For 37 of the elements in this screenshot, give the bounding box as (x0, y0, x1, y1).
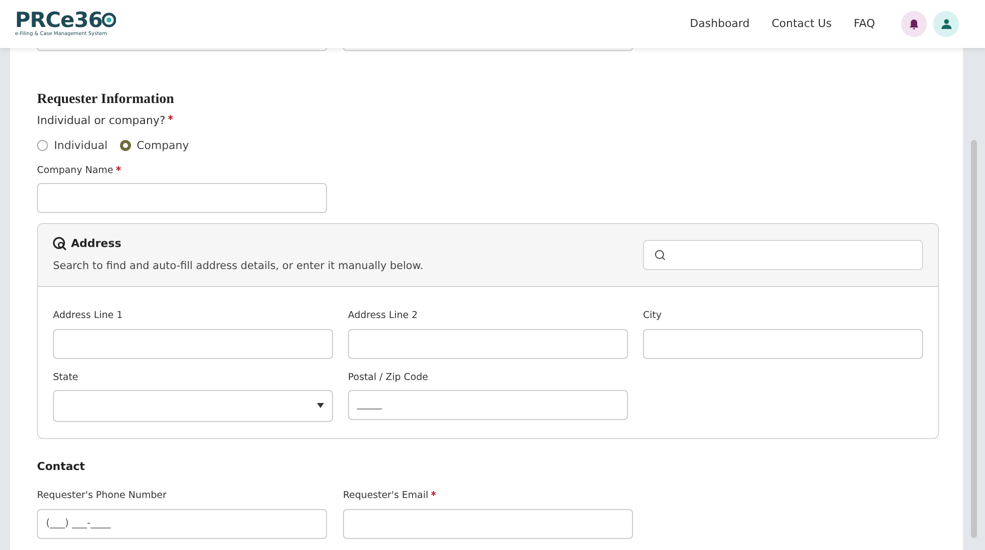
field-label: Individual or company? (37, 113, 166, 129)
scrollbar[interactable] (963, 48, 985, 550)
address-description: Search to find and auto-fill address details, or enter it manually below. (53, 258, 424, 274)
section-title: Contact (37, 458, 86, 475)
field-label: Requester's Email (343, 489, 428, 504)
nav-link[interactable]: FAQ (854, 16, 875, 32)
field-label: Requester's Phone Number (37, 489, 167, 504)
input-field[interactable]: _____ (348, 390, 628, 420)
address-title: Address (71, 236, 122, 252)
user-icon (940, 19, 952, 29)
field-label: Address Line 1 (53, 309, 123, 324)
search-icon (654, 249, 666, 262)
input-field[interactable] (53, 328, 333, 358)
field-label: Company Name (37, 164, 114, 178)
logo-icon (102, 12, 116, 28)
field-label: City (643, 309, 662, 324)
input-field[interactable] (348, 328, 628, 358)
radio-option[interactable]: Individual (37, 138, 108, 154)
logo-text: PRCe36 (15, 9, 102, 32)
bell-icon (909, 18, 919, 30)
caret-icon (317, 403, 324, 408)
input-field[interactable]: (___) ___-____ (37, 508, 327, 538)
radio-option[interactable]: Company (120, 138, 189, 154)
input-field[interactable] (643, 328, 923, 358)
input-field[interactable] (37, 183, 327, 214)
section-title: Requester Information (37, 91, 176, 109)
input-field[interactable] (343, 508, 633, 538)
state-select[interactable] (53, 390, 333, 422)
nav-link[interactable]: Contact Us (772, 16, 832, 32)
location-search-icon (53, 237, 67, 252)
nav-link[interactable]: Dashboard (690, 16, 750, 32)
notification-button[interactable] (901, 11, 927, 37)
field-label: Postal / Zip Code (348, 370, 428, 384)
field-label: State (53, 370, 78, 384)
address-search-field[interactable] (643, 240, 923, 270)
profile-button[interactable] (933, 11, 959, 37)
field-label: Address Line 2 (348, 309, 418, 324)
